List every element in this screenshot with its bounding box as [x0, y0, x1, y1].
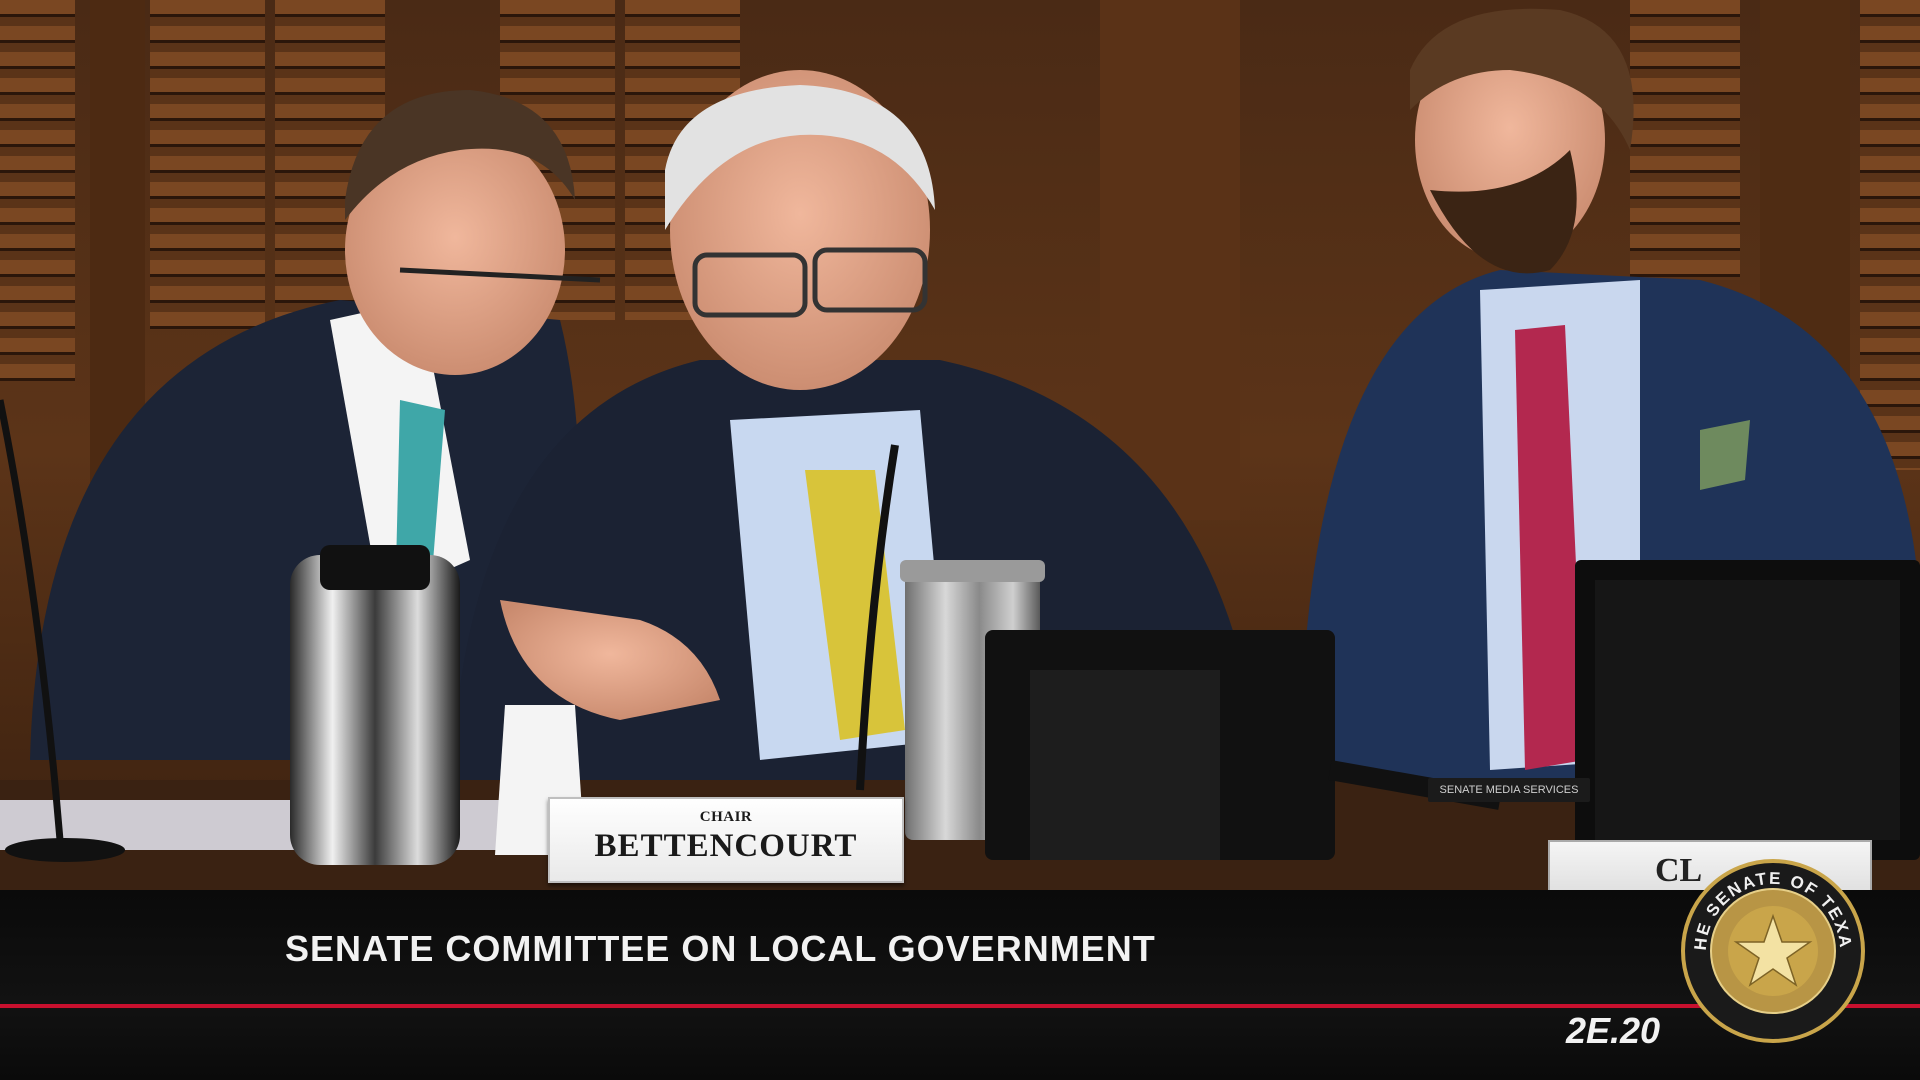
committee-title: SENATE COMMITTEE ON LOCAL GOVERNMENT — [285, 928, 1156, 969]
accent-rule — [0, 1004, 1920, 1008]
mic-base-label: SENATE MEDIA SERVICES — [1428, 778, 1590, 802]
chair-nameplate: CHAIR BETTENCOURT — [548, 797, 904, 883]
carafe — [290, 545, 460, 865]
nameplate-name: BETTENCOURT — [594, 828, 858, 864]
monitor-center — [985, 630, 1335, 860]
senate-seal-logo: THE SENATE OF TEXAS — [1680, 858, 1865, 1043]
room-code: 2E.20 — [1566, 1010, 1661, 1051]
shutter-right-1 — [1630, 0, 1740, 280]
shutter-right-2 — [1860, 0, 1920, 470]
shutter-left-2 — [150, 0, 265, 330]
nameplate-role: CHAIR — [699, 809, 753, 825]
laptop-right — [1575, 560, 1920, 860]
shutter-left-1 — [0, 0, 75, 390]
